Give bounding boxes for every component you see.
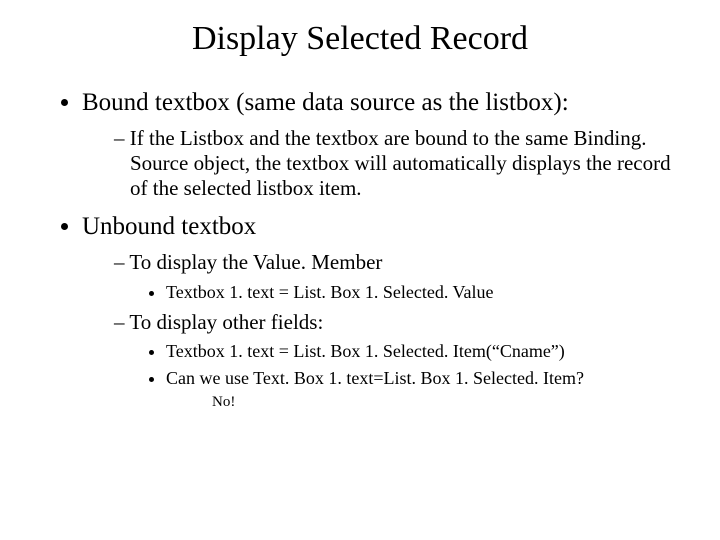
sub-text: To display the Value. Member <box>129 250 382 274</box>
slide-title: Display Selected Record <box>40 20 680 58</box>
slide: Display Selected Record Bound textbox (s… <box>0 0 720 540</box>
bullet-text: Bound textbox (same data source as the l… <box>82 89 569 116</box>
sub-item-otherfields: To display other fields: Textbox 1. text… <box>114 310 680 413</box>
bullet-item-bound: Bound textbox (same data source as the l… <box>82 88 680 200</box>
detail-item: Textbox 1. text = List. Box 1. Selected.… <box>166 281 680 304</box>
sub-text: To display other fields: <box>129 310 323 334</box>
detail-list: Textbox 1. text = List. Box 1. Selected.… <box>144 281 680 304</box>
detail-text: Can we use Text. Box 1. text=List. Box 1… <box>166 368 584 388</box>
bullet-list: Bound textbox (same data source as the l… <box>58 88 680 412</box>
detail-list: Textbox 1. text = List. Box 1. Selected.… <box>144 340 680 412</box>
sub-item: If the Listbox and the textbox are bound… <box>114 126 680 200</box>
sub-text: If the Listbox and the textbox are bound… <box>130 126 671 200</box>
sub-list: If the Listbox and the textbox are bound… <box>92 126 680 200</box>
answer-text: No! <box>212 393 680 412</box>
bullet-text: Unbound textbox <box>82 213 256 240</box>
sub-list: To display the Value. Member Textbox 1. … <box>92 250 680 412</box>
bullet-item-unbound: Unbound textbox To display the Value. Me… <box>82 212 680 412</box>
sub-item-valuemember: To display the Value. Member Textbox 1. … <box>114 250 680 303</box>
detail-item: Textbox 1. text = List. Box 1. Selected.… <box>166 340 680 363</box>
detail-item: Can we use Text. Box 1. text=List. Box 1… <box>166 367 680 412</box>
